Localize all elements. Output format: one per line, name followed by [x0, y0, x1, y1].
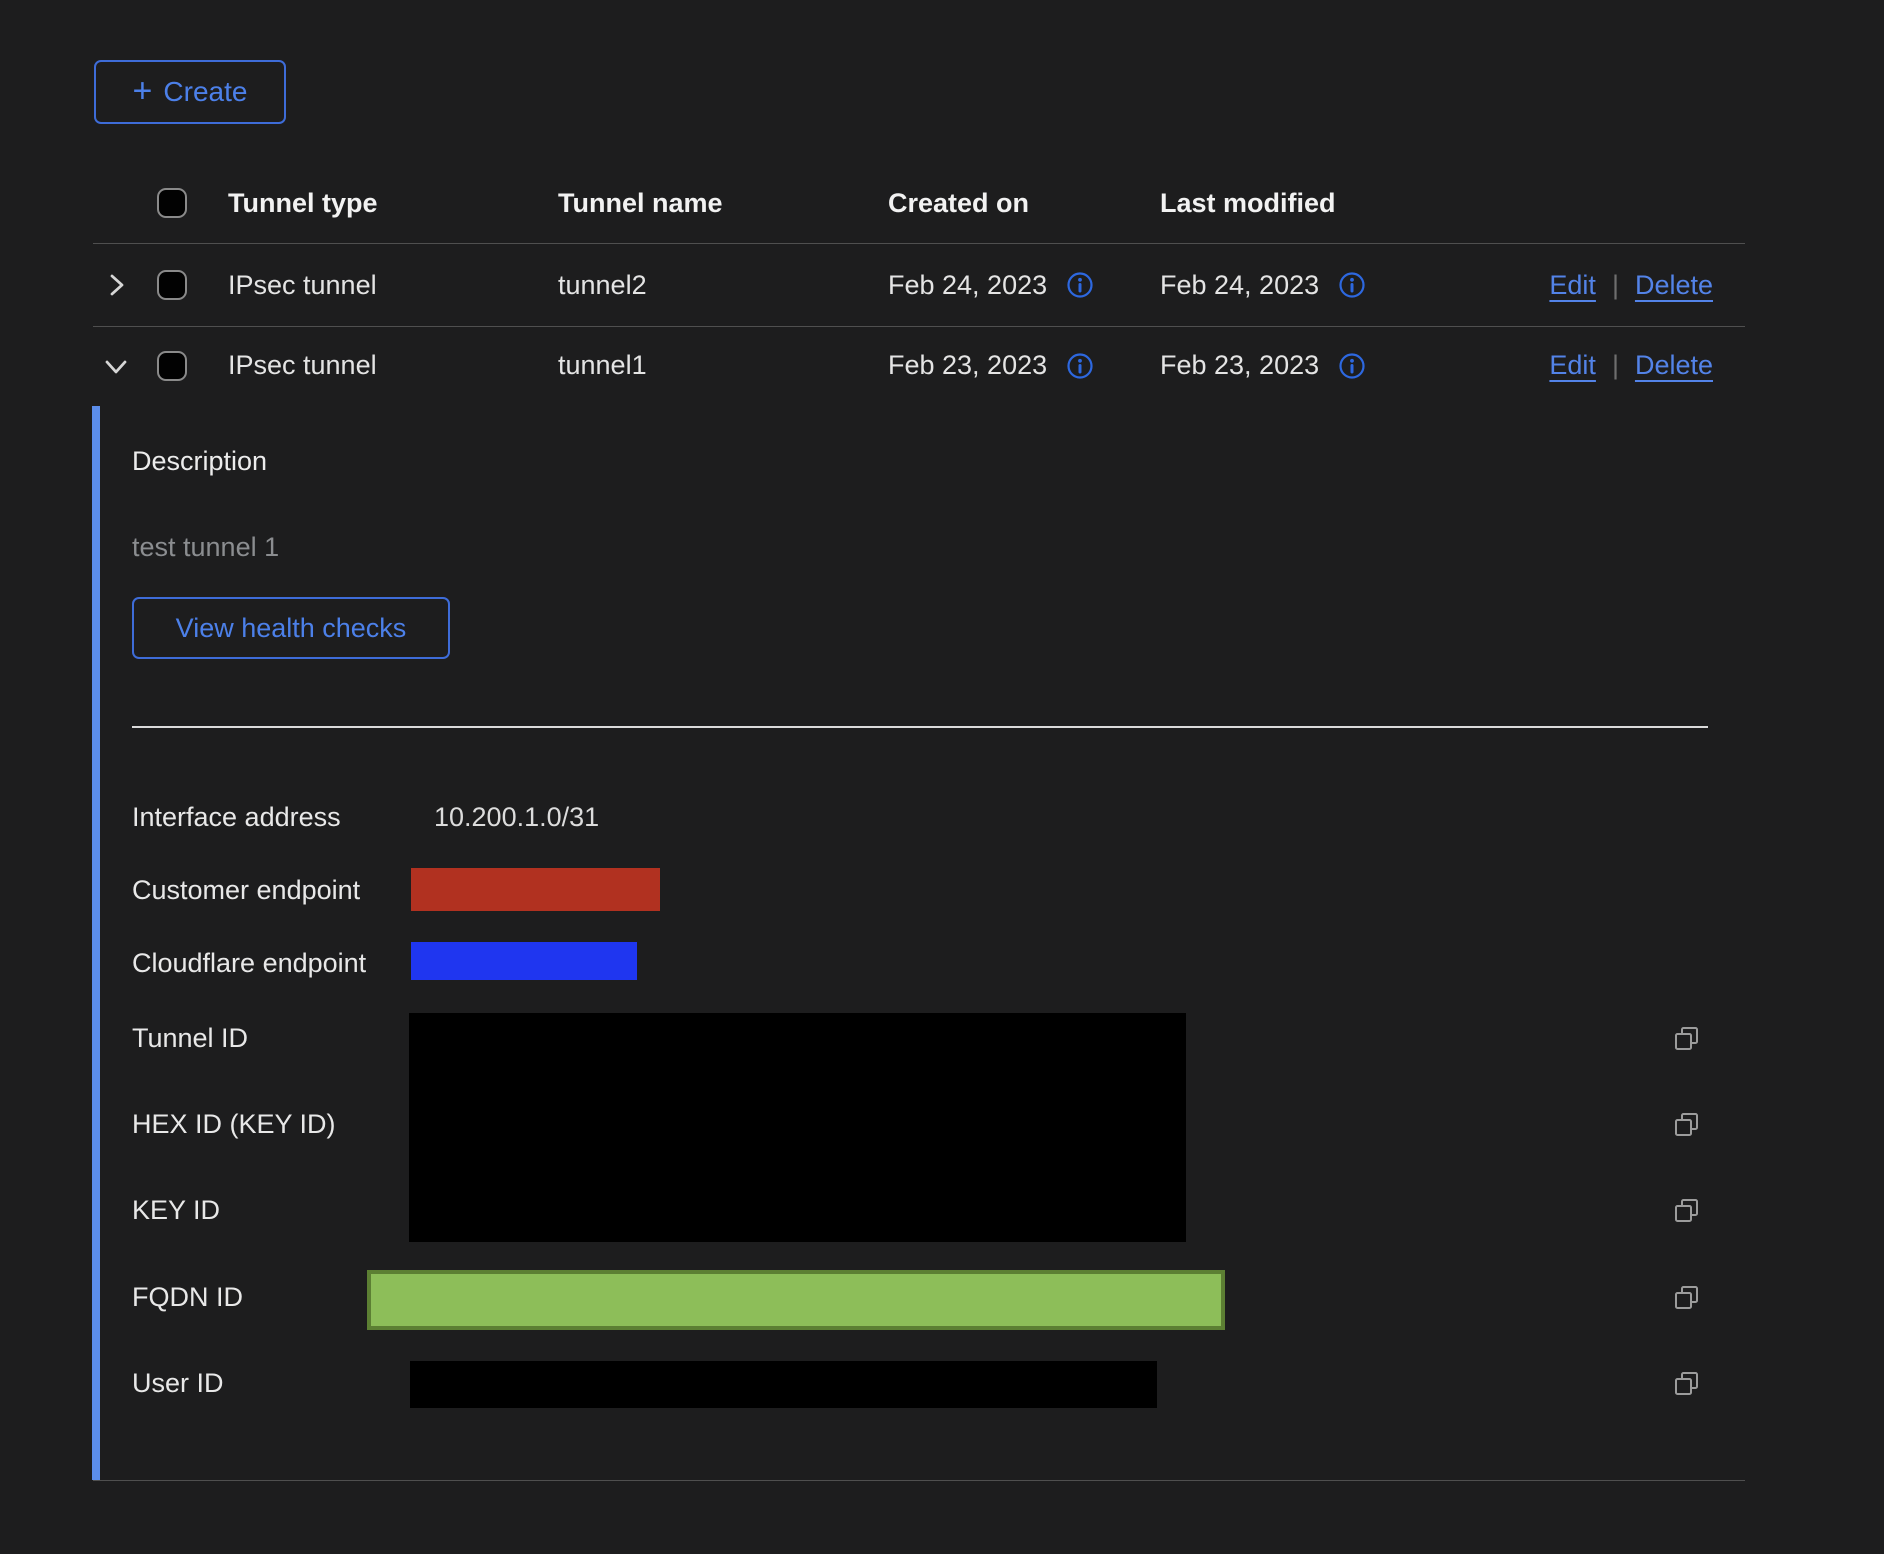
info-icon[interactable] [1065, 270, 1095, 300]
description-label: Description [132, 446, 267, 477]
expanded-tunnel-details: Description test tunnel 1 View health ch… [93, 404, 1745, 1481]
edit-link[interactable]: Edit [1549, 350, 1596, 381]
ipsec-tunnels-page: + Create Tunnel type Tunnel name Created… [0, 0, 1884, 1554]
collapse-row-button[interactable] [93, 351, 139, 381]
row-checkbox[interactable] [157, 351, 187, 381]
column-header-created-on: Created on [865, 188, 1137, 219]
created-on-value: Feb 24, 2023 [888, 270, 1047, 301]
redacted-user-id [410, 1361, 1157, 1408]
view-health-checks-button[interactable]: View health checks [132, 597, 450, 659]
interface-address-label: Interface address [132, 802, 341, 833]
copy-icon[interactable] [1670, 1367, 1704, 1401]
description-value: test tunnel 1 [132, 532, 279, 563]
last-modified-value: Feb 23, 2023 [1160, 350, 1319, 381]
select-all-checkbox[interactable] [157, 188, 187, 218]
edit-link[interactable]: Edit [1549, 270, 1596, 301]
hex-id-label: HEX ID (KEY ID) [132, 1109, 336, 1140]
redacted-tunnel-hex-key-ids [409, 1013, 1186, 1242]
info-icon[interactable] [1065, 351, 1095, 381]
copy-icon[interactable] [1670, 1022, 1704, 1056]
table-header-row: Tunnel type Tunnel name Created on Last … [93, 163, 1745, 244]
tunnel-id-label: Tunnel ID [132, 1023, 248, 1054]
expand-row-button[interactable] [93, 270, 139, 300]
expanded-indicator-bar [92, 406, 100, 1480]
column-header-last-modified: Last modified [1137, 188, 1409, 219]
created-on-value: Feb 23, 2023 [888, 350, 1047, 381]
tunnel-name-cell: tunnel2 [535, 270, 865, 301]
delete-link[interactable]: Delete [1635, 350, 1713, 381]
chevron-down-icon [101, 351, 131, 381]
delete-link[interactable]: Delete [1635, 270, 1713, 301]
last-modified-value: Feb 24, 2023 [1160, 270, 1319, 301]
copy-icon[interactable] [1670, 1281, 1704, 1315]
copy-icon[interactable] [1670, 1194, 1704, 1228]
section-divider [132, 726, 1708, 728]
interface-address-value: 10.200.1.0/31 [434, 802, 599, 833]
table-row-tunnel1: IPsec tunnel tunnel1 Feb 23, 2023 Feb 23… [93, 327, 1745, 404]
redacted-customer-endpoint [411, 868, 660, 911]
column-header-tunnel-type: Tunnel type [205, 188, 535, 219]
info-icon[interactable] [1337, 270, 1367, 300]
action-separator: | [1612, 270, 1619, 301]
create-button-label: Create [163, 76, 247, 108]
copy-icon[interactable] [1670, 1108, 1704, 1142]
user-id-label: User ID [132, 1368, 224, 1399]
create-button[interactable]: + Create [94, 60, 286, 124]
tunnels-table: Tunnel type Tunnel name Created on Last … [93, 163, 1745, 1481]
table-row-tunnel2: IPsec tunnel tunnel2 Feb 24, 2023 Feb 24… [93, 244, 1745, 327]
chevron-right-icon [101, 270, 131, 300]
tunnel-name-cell: tunnel1 [535, 350, 865, 381]
row-checkbox[interactable] [157, 270, 187, 300]
redacted-cloudflare-endpoint [411, 942, 637, 980]
key-id-label: KEY ID [132, 1195, 220, 1226]
fqdn-id-label: FQDN ID [132, 1282, 243, 1313]
action-separator: | [1612, 350, 1619, 381]
info-icon[interactable] [1337, 351, 1367, 381]
plus-icon: + [133, 74, 153, 108]
column-header-tunnel-name: Tunnel name [535, 188, 865, 219]
customer-endpoint-label: Customer endpoint [132, 875, 360, 906]
tunnel-type-cell: IPsec tunnel [205, 270, 535, 301]
cloudflare-endpoint-label: Cloudflare endpoint [132, 948, 366, 979]
redacted-fqdn-id [367, 1270, 1225, 1330]
tunnel-type-cell: IPsec tunnel [205, 350, 535, 381]
